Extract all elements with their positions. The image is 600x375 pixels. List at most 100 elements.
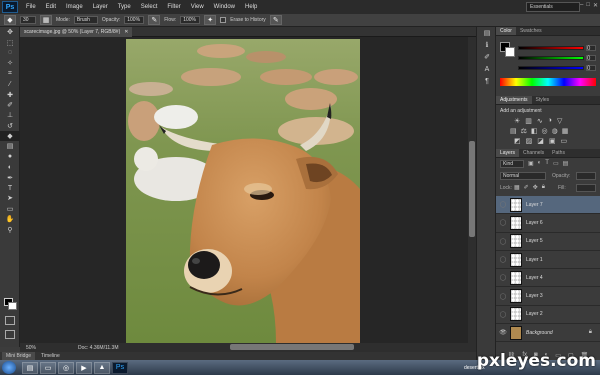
- workspace-select[interactable]: Essentials: [526, 2, 580, 12]
- quick-mask-icon[interactable]: [5, 316, 15, 325]
- brush-presets-icon[interactable]: ✐: [477, 51, 497, 63]
- history-brush-tool-icon[interactable]: ↺: [0, 121, 20, 131]
- layer-row-layer-2[interactable]: ◯ Layer 2: [496, 306, 600, 325]
- erase-history-checkbox[interactable]: [220, 17, 227, 23]
- filter-adjustment-icon[interactable]: ◐: [538, 160, 542, 167]
- folder-taskbar-icon[interactable]: ▭: [40, 361, 56, 374]
- selective-color-icon[interactable]: ▣: [549, 137, 556, 145]
- visibility-icon[interactable]: ◯: [496, 311, 510, 318]
- media-taskbar-icon[interactable]: ▶: [76, 361, 92, 374]
- dodge-tool-icon[interactable]: ◐: [0, 162, 20, 172]
- menu-layer[interactable]: Layer: [88, 4, 113, 10]
- vertical-scrollbar[interactable]: [468, 37, 476, 343]
- visibility-icon[interactable]: ◯: [496, 238, 510, 245]
- tab-layers[interactable]: Layers: [496, 149, 520, 157]
- layer-row-layer-1[interactable]: ◯ Layer 1: [496, 251, 600, 270]
- tab-adjustments[interactable]: Adjustments: [496, 96, 532, 104]
- green-slider[interactable]: [518, 56, 584, 60]
- channel-mixer-icon[interactable]: ◍: [552, 127, 558, 135]
- green-value[interactable]: 0: [586, 55, 596, 62]
- pressure-opacity-icon[interactable]: ✎: [148, 15, 161, 25]
- menu-select[interactable]: Select: [136, 4, 163, 10]
- blue-value[interactable]: 0: [586, 65, 596, 72]
- properties-panel-icon[interactable]: ℹ: [477, 39, 497, 51]
- layer-opacity-field[interactable]: [576, 172, 596, 180]
- gradient-map-icon[interactable]: ▭: [561, 137, 568, 145]
- close-tab-icon[interactable]: ✕: [124, 29, 128, 35]
- gradient-tool-icon[interactable]: ▤: [0, 141, 20, 151]
- invert-icon[interactable]: ◩: [514, 137, 521, 145]
- shape-tool-icon[interactable]: ▭: [0, 204, 20, 214]
- move-tool-icon[interactable]: ✥: [0, 27, 20, 37]
- eraser-tool-preset-icon[interactable]: ◆: [4, 15, 16, 25]
- history-panel-icon[interactable]: ▤: [477, 27, 497, 39]
- blue-slider[interactable]: [518, 66, 584, 70]
- levels-icon[interactable]: ▥: [525, 117, 532, 125]
- hand-tool-icon[interactable]: ✋: [0, 214, 20, 224]
- brush-tool-icon[interactable]: ✐: [0, 100, 20, 110]
- airbrush-icon[interactable]: ✦: [204, 15, 217, 25]
- hue-saturation-icon[interactable]: ▤: [510, 127, 517, 135]
- explorer-taskbar-icon[interactable]: ▤: [22, 361, 38, 374]
- close-icon[interactable]: ✕: [593, 2, 598, 9]
- mode-select[interactable]: Brush: [73, 16, 98, 24]
- color-bg-swatch[interactable]: [505, 47, 515, 57]
- photo-filter-icon[interactable]: ◎: [542, 127, 548, 135]
- tab-paths[interactable]: Paths: [548, 149, 569, 157]
- lock-position-icon[interactable]: ✥: [533, 184, 538, 191]
- layer-row-layer-3[interactable]: ◯ Layer 3: [496, 288, 600, 306]
- menu-type[interactable]: Type: [113, 4, 136, 10]
- layer-row-layer-5[interactable]: ◯ Layer 5: [496, 233, 600, 251]
- quick-select-tool-icon[interactable]: ✧: [0, 58, 20, 68]
- menu-filter[interactable]: Filter: [162, 4, 185, 10]
- lasso-tool-icon[interactable]: ◌: [0, 48, 20, 58]
- exposure-icon[interactable]: ◑: [548, 117, 552, 125]
- color-spectrum-bar[interactable]: [500, 78, 596, 86]
- tab-styles[interactable]: Styles: [532, 96, 554, 104]
- menu-image[interactable]: Image: [61, 4, 88, 10]
- color-balance-icon[interactable]: ⚖: [521, 127, 527, 135]
- brush-panel-icon[interactable]: ▦: [40, 15, 52, 25]
- color-lookup-icon[interactable]: ▦: [562, 127, 569, 135]
- layer-fill-field[interactable]: [576, 184, 596, 192]
- layer-row-layer-4[interactable]: ◯ Layer 4: [496, 269, 600, 288]
- vertical-scroll-thumb[interactable]: [469, 141, 475, 237]
- zoom-tool-icon[interactable]: ⚲: [0, 224, 20, 234]
- layer-row-layer-7[interactable]: ◯ Layer 7: [496, 196, 600, 215]
- minimize-icon[interactable]: –: [580, 2, 583, 9]
- lock-transparent-icon[interactable]: ▦: [514, 184, 520, 191]
- pen-tool-icon[interactable]: ✒: [0, 172, 20, 182]
- visibility-icon[interactable]: ◯: [496, 274, 510, 281]
- lock-pixels-icon[interactable]: ✐: [524, 184, 529, 191]
- layer-filter-select[interactable]: Kind: [500, 160, 524, 168]
- layer-row-background[interactable]: 👁︎ Background 🔒︎: [496, 324, 600, 343]
- path-select-tool-icon[interactable]: ➤: [0, 193, 20, 203]
- chrome-taskbar-icon[interactable]: ◎: [58, 361, 74, 374]
- clone-stamp-tool-icon[interactable]: ⊥: [0, 110, 20, 120]
- crop-tool-icon[interactable]: ⌗: [0, 69, 20, 79]
- brightness-icon[interactable]: ☀: [514, 117, 520, 125]
- zoom-level[interactable]: 50%: [20, 345, 42, 351]
- red-value[interactable]: 0: [586, 45, 596, 52]
- posterize-icon[interactable]: ▨: [526, 137, 533, 145]
- visibility-icon[interactable]: ◯: [496, 201, 510, 208]
- opacity-field[interactable]: 100%: [124, 16, 145, 24]
- red-slider[interactable]: [518, 46, 584, 50]
- maximize-icon[interactable]: □: [586, 2, 590, 9]
- character-panel-icon[interactable]: A: [477, 63, 497, 75]
- horizontal-scroll-thumb[interactable]: [230, 344, 354, 350]
- eyedropper-tool-icon[interactable]: ⁄: [0, 79, 20, 89]
- blend-mode-select[interactable]: Normal: [500, 172, 546, 180]
- image-canvas[interactable]: [126, 39, 360, 343]
- healing-brush-tool-icon[interactable]: ✚: [0, 89, 20, 99]
- tab-channels[interactable]: Channels: [519, 149, 548, 157]
- type-tool-icon[interactable]: T: [0, 183, 20, 193]
- photoshop-taskbar-icon[interactable]: Ps: [112, 361, 128, 374]
- paragraph-panel-icon[interactable]: ¶: [477, 75, 497, 87]
- screen-mode-icon[interactable]: [5, 330, 15, 339]
- pressure-size-icon[interactable]: ✎: [269, 15, 282, 25]
- visibility-icon[interactable]: ◯: [496, 256, 510, 263]
- vlc-taskbar-icon[interactable]: ▲: [94, 361, 110, 374]
- visibility-icon[interactable]: ◯: [496, 219, 510, 226]
- tab-color[interactable]: Color: [496, 27, 516, 35]
